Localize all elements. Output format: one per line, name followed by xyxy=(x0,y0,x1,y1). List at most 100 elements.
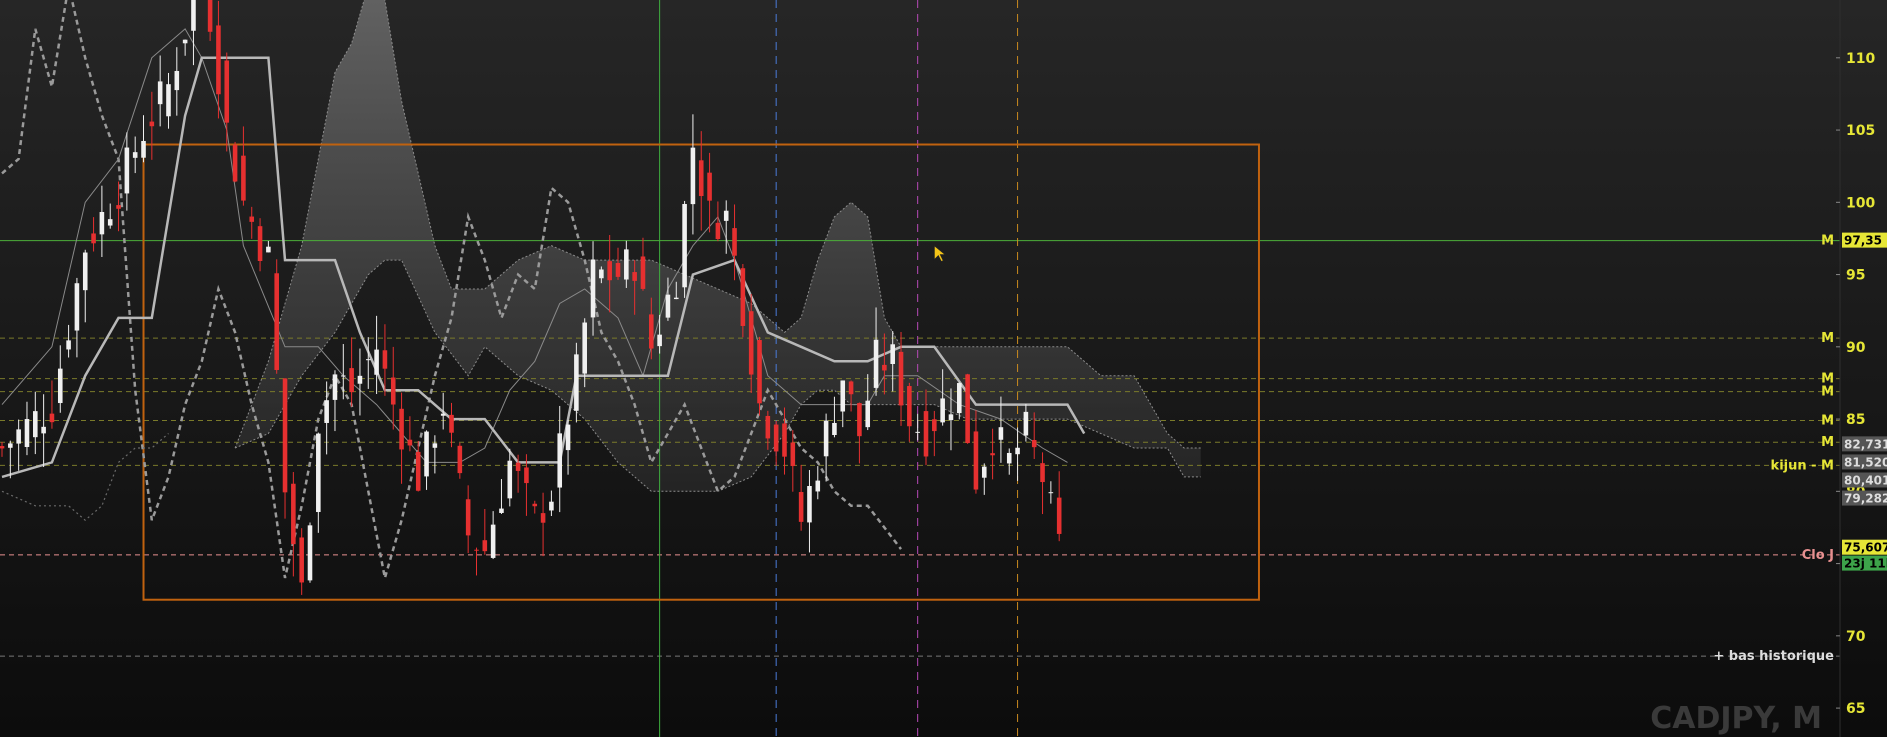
candle-body-55 xyxy=(457,445,463,474)
symbol-watermark: CADJPY, M xyxy=(1650,701,1822,736)
level-label-1: M xyxy=(1821,331,1834,346)
level-label-4: M xyxy=(1821,414,1834,429)
candle-body-72 xyxy=(599,269,604,279)
level-label-8: + bas historique xyxy=(1713,649,1834,664)
candle-body-44 xyxy=(365,359,371,361)
candle-body-28 xyxy=(232,144,238,182)
candlestick-chart[interactable]: 65707580859095100105110 MMMMMMkijun - MC… xyxy=(0,0,1887,737)
candle-body-61 xyxy=(507,460,513,499)
candle-body-31 xyxy=(257,226,263,262)
candle-body-17 xyxy=(141,140,146,158)
candle-body-101 xyxy=(840,380,846,412)
candle-body-8 xyxy=(66,340,71,350)
candle-body-105 xyxy=(873,339,879,388)
candle-body-47 xyxy=(390,377,396,405)
candle-body-10 xyxy=(82,252,88,291)
candle-body-108 xyxy=(898,351,904,406)
candle-body-112 xyxy=(932,419,937,432)
candle-body-106 xyxy=(882,364,887,371)
candle-body-33 xyxy=(274,273,279,370)
candle-body-65 xyxy=(540,513,546,523)
candle-body-62 xyxy=(515,462,521,471)
price-badge-text-4: 79,2825 xyxy=(1844,492,1887,506)
candle-body-104 xyxy=(865,400,871,428)
candle-body-15 xyxy=(124,147,130,194)
candle-body-76 xyxy=(632,272,637,281)
candle-body-92 xyxy=(765,415,771,439)
candle-body-20 xyxy=(166,84,171,117)
candle-body-102 xyxy=(848,381,854,395)
candle-body-29 xyxy=(241,155,246,201)
candle-body-58 xyxy=(482,540,488,552)
candle-body-127 xyxy=(1056,497,1062,534)
candle-body-80 xyxy=(665,294,671,318)
chart-container[interactable]: 65707580859095100105110 MMMMMMkijun - MC… xyxy=(0,0,1887,737)
candle-body-119 xyxy=(990,453,995,456)
candle-body-66 xyxy=(549,501,554,511)
tick-label-105: 105 xyxy=(1846,123,1875,139)
candle-body-48 xyxy=(399,408,404,450)
candle-body-14 xyxy=(116,205,121,209)
level-label-0: M xyxy=(1821,234,1834,249)
candle-body-86 xyxy=(715,222,721,239)
candle-body-53 xyxy=(440,413,446,416)
candle-body-18 xyxy=(149,121,155,127)
tick-label-110: 110 xyxy=(1846,51,1875,67)
candle-body-59 xyxy=(490,524,496,558)
candle-body-94 xyxy=(782,423,787,457)
candle-body-71 xyxy=(590,259,596,318)
candle-body-124 xyxy=(1031,440,1037,448)
candle-body-64 xyxy=(532,503,538,507)
candle-body-51 xyxy=(424,431,429,477)
candle-body-11 xyxy=(91,233,96,244)
candle-body-88 xyxy=(732,228,737,256)
candle-body-41 xyxy=(341,375,346,377)
price-badge-text-0: 97,35 xyxy=(1844,234,1882,248)
candle-body-4 xyxy=(33,411,38,438)
candle-body-93 xyxy=(773,424,779,452)
candle-body-107 xyxy=(890,344,895,365)
candle-body-85 xyxy=(707,172,712,201)
candle-body-40 xyxy=(332,374,338,400)
candle-body-95 xyxy=(790,442,796,467)
tick-label-70: 70 xyxy=(1846,629,1866,645)
price-badge-text-6: 23j 11h xyxy=(1844,557,1887,571)
candle-body-113 xyxy=(940,398,945,423)
candle-body-114 xyxy=(948,414,954,421)
candle-body-22 xyxy=(182,39,188,44)
level-label-7: Clo J xyxy=(1802,548,1834,563)
candle-body-21 xyxy=(174,70,180,91)
candle-body-67 xyxy=(557,433,563,488)
candle-body-63 xyxy=(524,467,529,484)
candle-body-87 xyxy=(723,210,729,221)
candle-body-115 xyxy=(957,383,962,414)
candle-body-45 xyxy=(374,349,379,375)
candle-body-100 xyxy=(832,422,837,436)
candle-body-103 xyxy=(857,403,862,437)
candle-body-83 xyxy=(690,147,696,205)
tick-label-90: 90 xyxy=(1846,340,1866,356)
candle-body-91 xyxy=(757,339,762,404)
tick-label-95: 95 xyxy=(1846,268,1865,284)
tick-label-65: 65 xyxy=(1846,701,1865,717)
candle-body-98 xyxy=(815,480,821,492)
candle-body-84 xyxy=(698,160,704,197)
candle-body-116 xyxy=(965,374,970,444)
candle-body-70 xyxy=(582,322,587,374)
price-badge-text-2: 81,5203 xyxy=(1844,455,1887,469)
candle-body-43 xyxy=(357,375,363,384)
price-badge-text-3: 80,4014 xyxy=(1844,473,1887,487)
level-label-6: kijun - M xyxy=(1771,458,1834,473)
candle-body-75 xyxy=(624,249,629,280)
candle-body-77 xyxy=(640,256,646,289)
candle-body-19 xyxy=(157,81,163,105)
candle-body-54 xyxy=(449,414,454,433)
candle-body-13 xyxy=(107,219,113,226)
candle-body-125 xyxy=(1040,463,1045,483)
candle-body-126 xyxy=(1048,492,1054,494)
candle-body-121 xyxy=(1006,452,1012,464)
level-label-5: M xyxy=(1821,435,1834,450)
candle-body-73 xyxy=(607,261,612,281)
candle-body-38 xyxy=(316,433,321,513)
candle-body-5 xyxy=(41,426,46,434)
